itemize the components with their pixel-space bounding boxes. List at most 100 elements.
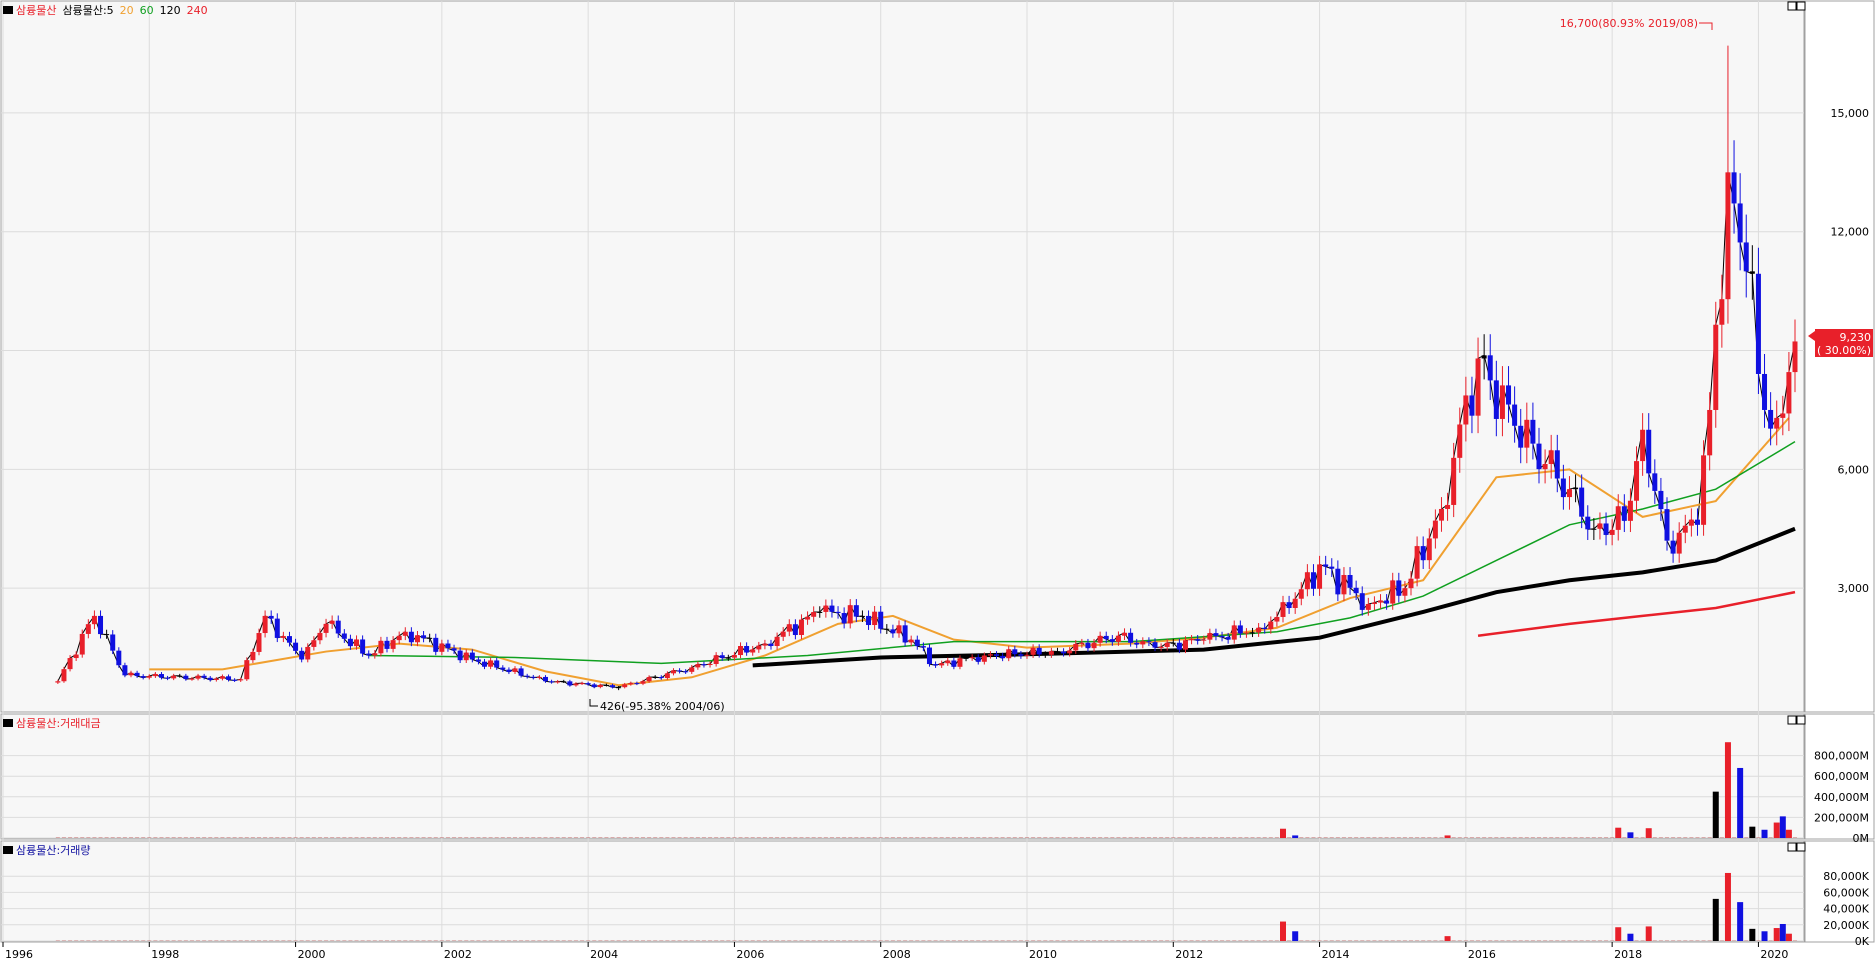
candle-body [1786,372,1792,414]
min-price-annotation: 426(-95.38% 2004/06) [589,699,725,713]
candle-body [158,674,164,678]
candle-body [902,625,908,643]
maximize-icon[interactable] [1796,1,1806,11]
candle-body [201,675,207,678]
candle-body [786,624,792,632]
candle-body [433,637,439,652]
candle-body [585,683,591,685]
candle-body [1670,540,1676,554]
candle-body [603,684,609,686]
maximize-icon[interactable] [1796,715,1806,725]
candle-body [1262,627,1268,630]
bar [1737,767,1744,838]
candle-body [299,650,305,660]
value-panel-buttons[interactable] [1787,715,1806,725]
candle-body [835,611,841,614]
candle-body [1512,404,1518,426]
candle-body [1219,636,1225,638]
candle-body [1646,429,1652,474]
candle-body [98,615,104,635]
candle-body [1713,324,1719,410]
candle-body [274,618,280,638]
minimize-icon[interactable] [1787,842,1797,852]
candle-body [969,657,975,659]
candle-body [1768,409,1774,429]
price-axis-label: 12,000 [1831,226,1870,239]
candle-body [482,661,488,667]
candle-body [1640,429,1646,462]
candle-body [128,672,134,676]
current-price-text: 9,230 [1840,331,1872,344]
minimize-icon[interactable] [1787,1,1797,11]
candle-body [1432,520,1438,539]
maximize-icon[interactable] [1796,842,1806,852]
candle-body [1231,625,1237,640]
candle-body [1243,632,1249,634]
candle-body [85,624,91,634]
candle-body [945,660,951,664]
legend-item: 20 [120,4,134,17]
candle-body [451,648,457,651]
candle-body [1658,490,1664,510]
candle-body [951,660,957,667]
candle-body [610,685,616,688]
candle-body [1067,650,1073,654]
bar [1645,828,1652,838]
x-axis-label: 2000 [298,948,326,961]
candle-body [1402,588,1408,596]
candle-body [719,655,725,658]
candle-body [1006,649,1012,659]
candle-body [677,670,683,672]
bar [1444,936,1451,941]
candle-body [841,613,847,624]
candle-body [725,657,731,659]
candle-body [939,663,945,666]
candle-body [280,636,286,638]
legend-box-icon [3,719,13,727]
axis-label: 40,000K [1823,903,1869,916]
candle-body [1073,643,1079,651]
candle-body [1304,572,1310,590]
bar [1779,816,1786,838]
volume-panel-buttons[interactable] [1787,842,1806,852]
candle-body [591,684,597,688]
minimize-icon[interactable] [1787,715,1797,725]
bar [1779,923,1786,941]
candle-body [1506,385,1512,405]
candle-body [1018,654,1024,656]
candle-body [1548,450,1554,464]
candle-body [140,676,146,678]
candle-body [195,675,201,679]
candle-body [549,681,555,683]
x-axis-label: 2016 [1468,948,1496,961]
bar [1627,832,1634,838]
volume-panel[interactable] [0,840,1805,943]
candle-body [1213,633,1219,637]
candle-body [171,675,177,679]
candle-body [506,669,512,672]
candle-body [878,611,884,629]
candle-body [390,640,396,649]
price-panel[interactable] [0,0,1805,713]
candle-body [805,616,811,620]
candle-body [1378,600,1384,603]
candle-body [213,678,219,680]
price-panel-buttons[interactable] [1787,1,1806,11]
candle-body [1256,627,1262,633]
candle-body [457,650,463,661]
candle-body [1054,651,1060,653]
candle-body [1317,564,1323,589]
bar [1749,826,1756,838]
candle-body [1518,425,1524,448]
value-legend-text: 삼륭물산:거래대금 [16,717,101,730]
candle-body [1189,639,1195,641]
candle-body [67,658,73,670]
candle-body [311,640,317,647]
candle-body [238,679,244,681]
candle-body [1195,639,1201,641]
candle-body [226,676,232,680]
candle-body [652,676,658,678]
candle-body [463,652,469,661]
candle-body [994,654,1000,656]
candle-body [524,675,530,677]
